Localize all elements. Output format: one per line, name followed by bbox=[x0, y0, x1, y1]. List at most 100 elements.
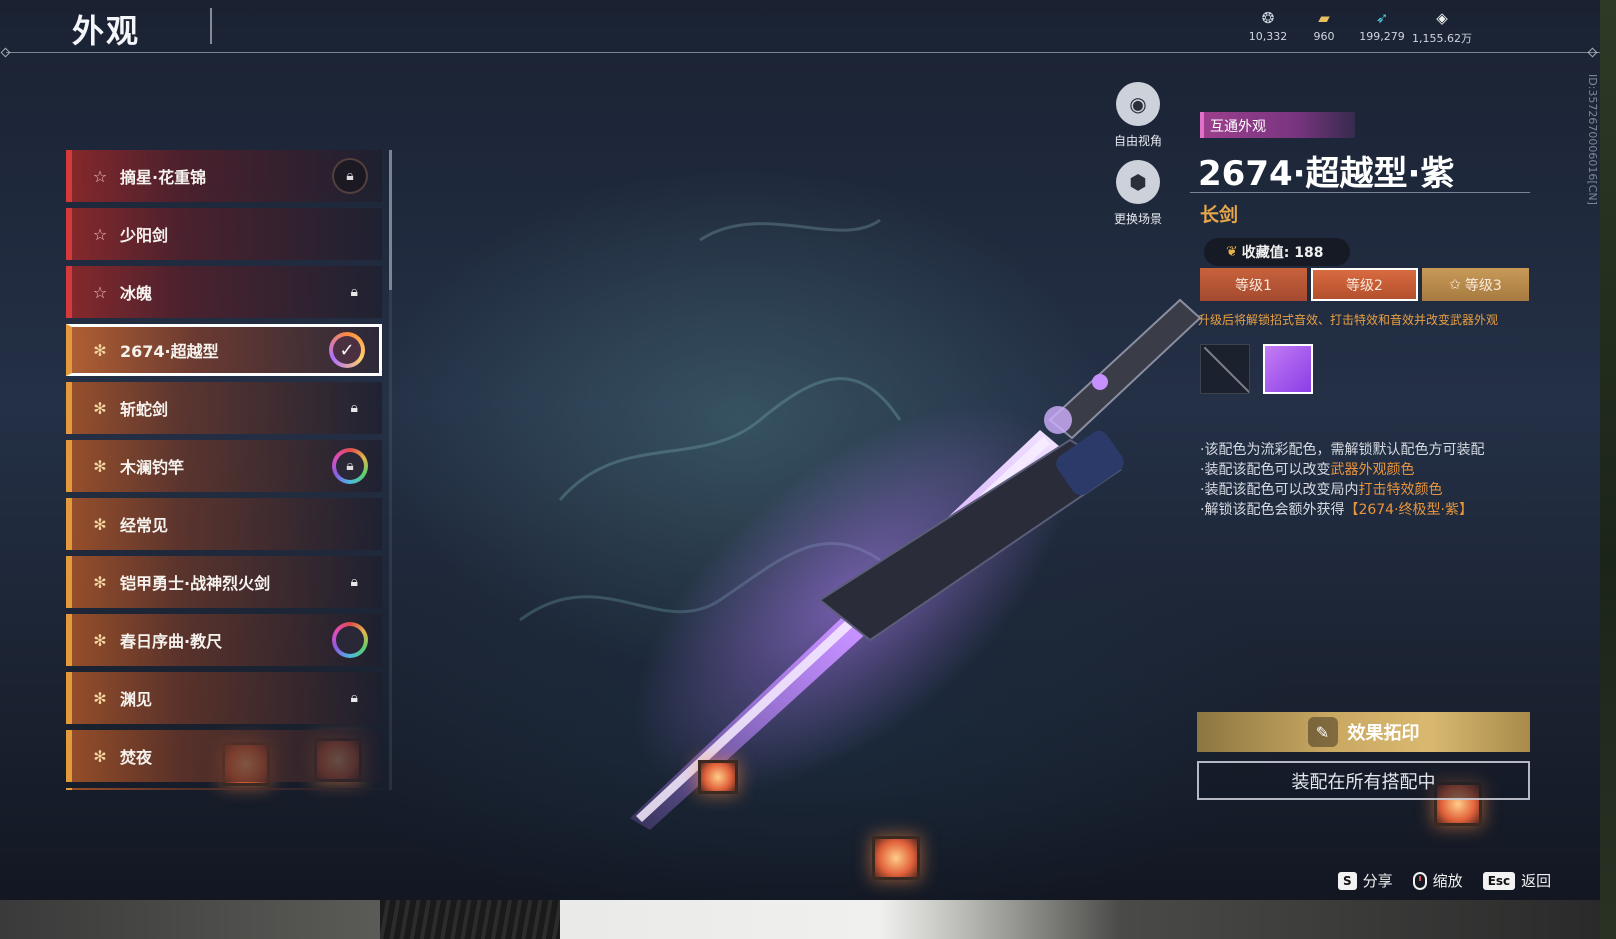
brush-icon: ✎ bbox=[1307, 717, 1338, 747]
lantern-decoration bbox=[698, 760, 738, 794]
currency-value: 10,332 bbox=[1248, 30, 1288, 43]
flower-icon: ✻ bbox=[93, 572, 107, 592]
back-hotkey[interactable]: Esc 返回 bbox=[1482, 870, 1552, 891]
title-divider-line bbox=[1190, 192, 1530, 193]
key-esc-icon: Esc bbox=[1482, 871, 1516, 890]
lock-icon: 🔒︎ bbox=[350, 574, 358, 590]
cube-icon: ⬢ bbox=[1116, 160, 1160, 204]
title-divider bbox=[210, 8, 212, 44]
header-divider bbox=[6, 52, 1600, 53]
lock-icon: 🔒︎ bbox=[350, 284, 358, 300]
mouse-scroll-icon bbox=[1412, 871, 1427, 890]
flower-icon: ✻ bbox=[93, 398, 107, 418]
currency-bar: ❂ 10,332 ▰ 960 ➶ 199,279 ◈ 1,155.62万 bbox=[1240, 8, 1472, 46]
tab-label: 等级3 bbox=[1464, 277, 1502, 294]
feather-currency-icon: ➶ bbox=[1375, 9, 1389, 27]
currency-gold[interactable]: ▰ 960 bbox=[1296, 8, 1352, 46]
change-scene-label: 更换场景 bbox=[1113, 212, 1162, 226]
list-item[interactable]: ✻ 经常见 bbox=[66, 498, 382, 550]
currency-value: 1,155.62万 bbox=[1412, 32, 1472, 45]
list-item-selected[interactable]: ✻ 2674·超越型 ✓ bbox=[66, 324, 382, 376]
list-item-label: 2674·超越型 bbox=[120, 342, 219, 361]
list-item[interactable]: ✻ 渊见 🔒︎ bbox=[66, 672, 382, 724]
tab-label: 等级1 bbox=[1235, 277, 1272, 294]
list-item-label: 木澜钓竿 bbox=[120, 458, 185, 477]
lock-icon: 🔒︎ bbox=[350, 400, 358, 416]
list-item[interactable]: ☆ 冰魄 🔒︎ bbox=[66, 266, 382, 318]
share-label: 分享 bbox=[1362, 872, 1393, 890]
page-title: 外观 bbox=[72, 12, 141, 50]
change-scene-button[interactable]: ⬢ 更换场景 bbox=[1098, 160, 1178, 227]
flower-icon: ✻ bbox=[93, 688, 107, 708]
zoom-label: 缩放 bbox=[1432, 872, 1463, 890]
collection-icon: ❦ bbox=[1226, 244, 1238, 260]
back-label: 返回 bbox=[1521, 872, 1552, 890]
list-item[interactable] bbox=[66, 788, 382, 790]
item-title: 2674·超越型·紫 bbox=[1198, 154, 1455, 194]
tab-label: 等级2 bbox=[1346, 277, 1383, 294]
description-line: ·装配该配色可以改变武器外观颜色 bbox=[1200, 462, 1415, 478]
flower-icon: ✻ bbox=[93, 340, 107, 360]
description: ·该配色为流彩配色，需解锁默认配色方可装配 ·装配该配色可以改变武器外观颜色 ·… bbox=[1200, 440, 1484, 520]
flower-icon: ✻ bbox=[93, 514, 107, 534]
skin-list[interactable]: ☆ 摘星·花重锦 🔒︎ ☆ 少阳剑 ☆ 冰魄 🔒︎ ✻ 2674·超越型 ✓ ✻… bbox=[66, 150, 384, 790]
equip-all-label: 装配在所有搭配中 bbox=[1291, 771, 1436, 793]
color-ring-icon bbox=[332, 622, 368, 658]
list-item[interactable]: ☆ 摘星·花重锦 🔒︎ bbox=[66, 150, 382, 202]
list-item[interactable]: ✻ 斩蛇剑 🔒︎ bbox=[66, 382, 382, 434]
bottom-edge-background bbox=[0, 900, 1600, 939]
color-ring-lock-icon: 🔒︎ bbox=[332, 448, 368, 484]
tab-level-2[interactable]: 等级2 bbox=[1311, 268, 1418, 301]
list-scroll-thumb[interactable] bbox=[389, 150, 392, 290]
hotkey-bar: S 分享 缩放 Esc 返回 bbox=[1338, 870, 1551, 891]
description-line: ·解锁该配色会额外获得【2674·终极型·紫】 bbox=[1200, 502, 1473, 518]
item-type: 长剑 bbox=[1200, 204, 1239, 226]
list-item[interactable]: ✻ 春日序曲·教尺 bbox=[66, 614, 382, 666]
list-item[interactable]: ☆ 少阳剑 bbox=[66, 208, 382, 260]
flower-icon: ✻ bbox=[93, 630, 107, 650]
collection-label: 收藏值: 188 bbox=[1241, 245, 1324, 261]
currency-diamond[interactable]: ◈ 1,155.62万 bbox=[1412, 8, 1472, 46]
list-item-label: 少阳剑 bbox=[120, 226, 169, 245]
flower-icon: ✻ bbox=[93, 456, 107, 476]
right-edge-background bbox=[1600, 0, 1616, 939]
star-icon: ✩ bbox=[1449, 276, 1461, 293]
bottom-hair-background bbox=[380, 900, 560, 939]
jade-currency-icon: ❂ bbox=[1261, 9, 1275, 27]
zoom-hotkey[interactable]: 缩放 bbox=[1412, 870, 1463, 891]
camera-icon: ◉ bbox=[1116, 82, 1160, 126]
list-item-label: 铠甲勇士·战神烈火剑 bbox=[120, 574, 271, 593]
currency-feather[interactable]: ➶ 199,279 bbox=[1352, 8, 1412, 46]
equip-all-button[interactable]: 装配在所有搭配中 bbox=[1197, 761, 1530, 800]
color-swatch-default[interactable] bbox=[1200, 344, 1250, 394]
lock-icon: 🔒︎ bbox=[332, 158, 368, 194]
list-item-label: 春日序曲·教尺 bbox=[120, 632, 223, 651]
level-tabs: 等级1 等级2 ✩ 等级3 bbox=[1200, 268, 1529, 301]
diamond-currency-icon: ◈ bbox=[1436, 9, 1448, 27]
list-item-label: 渊见 bbox=[120, 690, 153, 709]
list-item-label: 斩蛇剑 bbox=[120, 400, 169, 419]
list-item[interactable]: ✻ 铠甲勇士·战神烈火剑 🔒︎ bbox=[66, 556, 382, 608]
collection-value-badge: ❦ 收藏值: 188 bbox=[1204, 238, 1350, 266]
star-icon: ☆ bbox=[92, 166, 108, 186]
color-swatch-purple[interactable] bbox=[1263, 344, 1313, 394]
star-icon: ☆ bbox=[92, 224, 108, 244]
lantern-decoration bbox=[872, 836, 920, 880]
effect-seal-button[interactable]: ✎ 效果拓印 bbox=[1197, 712, 1530, 752]
list-item[interactable]: ✻ 木澜钓竿 🔒︎ bbox=[66, 440, 382, 492]
currency-jade[interactable]: ❂ 10,332 bbox=[1240, 8, 1296, 46]
effect-seal-label: 效果拓印 bbox=[1347, 723, 1420, 744]
free-view-label: 自由视角 bbox=[1113, 134, 1162, 148]
lock-icon: 🔒︎ bbox=[350, 690, 358, 706]
tab-level-1[interactable]: 等级1 bbox=[1200, 268, 1307, 301]
description-line: ·装配该配色可以改变局内打击特效颜色 bbox=[1200, 482, 1443, 498]
list-item[interactable]: ✻ 焚夜 bbox=[66, 730, 382, 782]
key-s-icon: S bbox=[1338, 871, 1357, 890]
tab-level-3[interactable]: ✩ 等级3 bbox=[1422, 268, 1529, 301]
free-view-button[interactable]: ◉ 自由视角 bbox=[1098, 82, 1178, 149]
currency-value: 199,279 bbox=[1359, 30, 1405, 43]
top-bar: 外观 ❂ 10,332 ▰ 960 ➶ 199,279 ◈ 1,155.62万 bbox=[0, 0, 1600, 52]
gold-ingot-icon: ▰ bbox=[1318, 9, 1330, 27]
list-item-label: 冰魄 bbox=[120, 284, 153, 303]
share-hotkey[interactable]: S 分享 bbox=[1338, 870, 1393, 891]
